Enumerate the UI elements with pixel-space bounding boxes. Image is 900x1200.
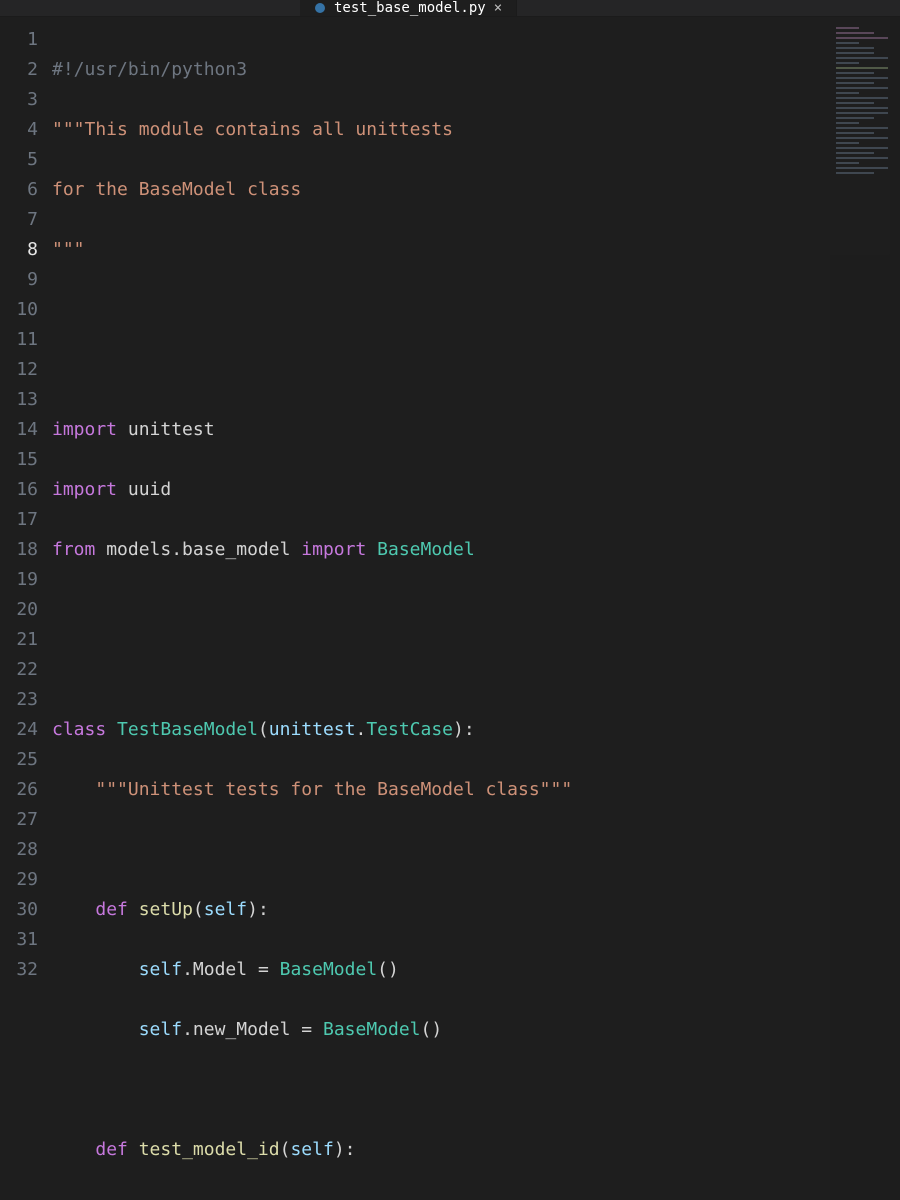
line-number: 32: [0, 955, 38, 985]
line-number: 25: [0, 745, 38, 775]
docstring: for the BaseModel class: [52, 179, 301, 200]
line-number: 28: [0, 835, 38, 865]
line-number: 21: [0, 625, 38, 655]
line-number: 18: [0, 535, 38, 565]
shebang: #!/usr/bin/python3: [52, 59, 247, 80]
python-file-icon: [314, 2, 326, 14]
line-number: 8: [0, 235, 38, 265]
line-number: 4: [0, 115, 38, 145]
line-number: 29: [0, 865, 38, 895]
line-number: 20: [0, 595, 38, 625]
line-number: 31: [0, 925, 38, 955]
close-icon[interactable]: ×: [494, 0, 502, 16]
line-number: 22: [0, 655, 38, 685]
line-number: 3: [0, 85, 38, 115]
line-number: 1: [0, 25, 38, 55]
line-number: 19: [0, 565, 38, 595]
line-number: 2: [0, 55, 38, 85]
line-number: 7: [0, 205, 38, 235]
class-docstring: """Unittest tests for the BaseModel clas…: [95, 779, 572, 800]
line-number: 24: [0, 715, 38, 745]
editor-root: test_base_model.py × 1234567891011121314…: [0, 0, 900, 1200]
line-number: 16: [0, 475, 38, 505]
docstring: """: [52, 239, 85, 260]
line-number-gutter: 1234567891011121314151617181920212223242…: [0, 17, 52, 1200]
tab-bar: test_base_model.py ×: [0, 0, 900, 17]
line-number: 17: [0, 505, 38, 535]
line-number: 12: [0, 355, 38, 385]
line-number: 9: [0, 265, 38, 295]
line-number: 30: [0, 895, 38, 925]
minimap[interactable]: [830, 17, 900, 1200]
editor-body: 1234567891011121314151617181920212223242…: [0, 17, 900, 1200]
line-number: 15: [0, 445, 38, 475]
line-number: 5: [0, 145, 38, 175]
line-number: 26: [0, 775, 38, 805]
line-number: 11: [0, 325, 38, 355]
docstring: """This module contains all unittests: [52, 119, 453, 140]
line-number: 13: [0, 385, 38, 415]
line-number: 10: [0, 295, 38, 325]
line-number: 6: [0, 175, 38, 205]
code-area[interactable]: #!/usr/bin/python3 """This module contai…: [52, 17, 900, 1200]
tab-filename: test_base_model.py: [334, 0, 486, 16]
line-number: 27: [0, 805, 38, 835]
line-number: 23: [0, 685, 38, 715]
line-number: 14: [0, 415, 38, 445]
tab-active[interactable]: test_base_model.py ×: [300, 0, 517, 16]
